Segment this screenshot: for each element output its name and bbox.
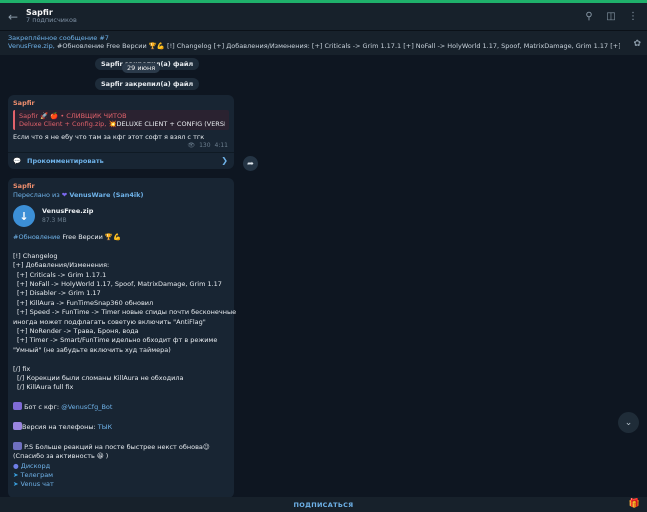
pinned-message-bar[interactable]: Закреплённое сообщение #7 VenusFree.zip,… xyxy=(0,30,647,55)
venus-chat-link[interactable]: Venus чат xyxy=(21,480,54,488)
message-list[interactable]: Sapfir закрепил(а) файл 29 июня Sapfir з… xyxy=(0,55,647,497)
date-badge: 29 июня xyxy=(122,63,161,73)
changelog-line: [+] KillAura -> FunTimeSnap360 обновил xyxy=(17,298,154,307)
changelog-line: [+] Timer -> Smart/FunTime идельно обход… xyxy=(17,336,218,345)
file-size: 87.3 MB xyxy=(42,217,67,225)
ps-line: P.S Больше реакций на посте быстрее некс… xyxy=(24,442,210,451)
changelog-line: [+] NoRender -> Трава, Броня, вода xyxy=(17,327,139,336)
header-actions: ⚲ ◫ ⋮ xyxy=(583,11,647,22)
pinned-preview: VenusFree.zip, #Обновление Free Версии 🏆… xyxy=(8,42,620,50)
message-bubble[interactable]: Sapfir Sapfir 🚀 🍎 • СЛИВЩИК ЧИТОВ Deluxe… xyxy=(8,95,234,169)
changelog-line: [/] fix xyxy=(13,364,31,373)
subscribe-button[interactable]: ПОДПИСАТЬСЯ xyxy=(294,501,354,509)
subscriber-count: 7 подписчиков xyxy=(26,16,77,25)
forwarded-prefix: Переслано из xyxy=(13,191,60,199)
reply-quote[interactable]: Sapfir 🚀 🍎 • СЛИВЩИК ЧИТОВ Deluxe Client… xyxy=(13,110,229,130)
comment-icon: 💬 xyxy=(13,156,22,165)
chevron-right-icon: ❯ xyxy=(221,156,228,165)
telegram-icon: ➤ xyxy=(13,471,19,480)
message-text: Если что я не ебу что там за кфг этот со… xyxy=(13,133,205,141)
view-count: 130 xyxy=(199,142,211,149)
bot-label: Бот с кфг: xyxy=(24,403,60,412)
file-name: VenusFree.zip xyxy=(42,206,94,215)
pin-icon[interactable]: ✿ xyxy=(633,39,641,49)
message-text: #Обновление Free Версии 🏆💪 [!] Changelog… xyxy=(8,227,237,490)
chevron-down-icon[interactable]: ⌄ xyxy=(618,412,639,433)
changelog-line: "Умный" (не забудьте включить худ таймер… xyxy=(13,345,171,354)
message-time: 4:11 xyxy=(214,142,228,149)
changelog-line: [/] KillAura full fix xyxy=(17,383,74,392)
chat-title-block[interactable]: Sapfir 7 подписчиков xyxy=(26,8,77,25)
reply-file: Deluxe Client + Config.zip, xyxy=(19,120,107,128)
sidebar-toggle-icon[interactable]: ◫ xyxy=(605,11,617,22)
discord-icon: ● xyxy=(13,461,19,470)
message-meta: 👁 130 4:11 xyxy=(187,142,228,149)
changelog-line: [+] Добавления/Изменения: xyxy=(13,261,110,270)
ps-emoji-icon xyxy=(13,441,22,450)
comment-button[interactable]: 💬 Прокомментировать ❯ xyxy=(13,156,228,165)
changelog-line: иногда может подфлагать советую включить… xyxy=(13,317,206,326)
forwarded-source[interactable]: VenusWare (San4ik) xyxy=(69,191,143,199)
telegram-link[interactable]: Телеграм xyxy=(21,471,54,479)
changelog-line: [+] NoFall -> HolyWorld 1.17, Spoof, Mat… xyxy=(17,280,222,289)
message-bubble[interactable]: Sapfir Переслано из ❤ VenusWare (San4ik)… xyxy=(8,178,237,497)
search-icon[interactable]: ⚲ xyxy=(583,11,595,22)
chat-header: ← Sapfir 7 подписчиков ⚲ ◫ ⋮ xyxy=(0,3,647,30)
phone-link[interactable]: ТЫК xyxy=(98,423,112,431)
reply-text: 💥DELUXE CLIENT + CONFIG (VERSIO... xyxy=(108,120,225,128)
bottom-bar: ПОДПИСАТЬСЯ 🎁 xyxy=(0,497,647,512)
pinned-text: #Обновление Free Версии 🏆💪 [!] Changelog… xyxy=(56,42,620,50)
more-vertical-icon[interactable]: ⋮ xyxy=(627,11,639,22)
pinned-title: Закреплённое сообщение #7 xyxy=(8,34,109,42)
views-icon: 👁 xyxy=(187,142,196,149)
bot-emoji-icon xyxy=(13,402,22,411)
forwarded-header[interactable]: Переслано из ❤ VenusWare (San4ik) xyxy=(8,190,234,199)
message-sender[interactable]: Sapfir xyxy=(8,178,234,190)
chat-icon: ➤ xyxy=(13,480,19,489)
comment-label: Прокомментировать xyxy=(27,156,104,165)
pinned-file-label: VenusFree.zip, xyxy=(8,42,55,50)
arrow-left-icon[interactable]: ← xyxy=(0,10,26,24)
thanks-line: (Спасибо за активность 😀 ) xyxy=(13,452,109,461)
headline: Free Версии 🏆💪 xyxy=(62,233,122,241)
gift-icon[interactable]: 🎁 xyxy=(629,499,640,509)
discord-link[interactable]: Дискорд xyxy=(21,462,50,470)
changelog-line: [+] Criticals -> Grim 1.17.1 xyxy=(17,270,107,279)
heart-icon: ❤ xyxy=(61,191,68,199)
changelog-line: [!] Changelog xyxy=(13,251,58,260)
reply-preview: Deluxe Client + Config.zip, 💥DELUXE CLIE… xyxy=(19,120,225,128)
file-attachment[interactable]: ↓ VenusFree.zip 87.3 MB xyxy=(8,199,234,227)
hashtag-link[interactable]: #Обновление xyxy=(13,233,60,241)
bot-link[interactable]: @VenusCfg_Bot xyxy=(61,403,112,411)
message-sender[interactable]: Sapfir xyxy=(8,95,234,107)
phone-emoji-icon xyxy=(13,422,22,431)
reply-title: Sapfir 🚀 🍎 • СЛИВЩИК ЧИТОВ xyxy=(19,112,127,120)
download-icon[interactable]: ↓ xyxy=(13,205,35,227)
service-message-pin-2: Sapfir закрепил(а) файл xyxy=(95,78,200,90)
divider xyxy=(8,152,234,153)
changelog-line: [+] Speed -> FunTime -> Timer новые спид… xyxy=(17,308,237,317)
changelog-line: [/] Корекции были сломаны KillAura не об… xyxy=(17,374,184,383)
share-icon[interactable]: ➦ xyxy=(243,156,258,171)
changelog-line: [+] Disabler -> Grim 1.17 xyxy=(17,289,101,298)
phone-label: Версия на телефоны: xyxy=(22,423,96,432)
